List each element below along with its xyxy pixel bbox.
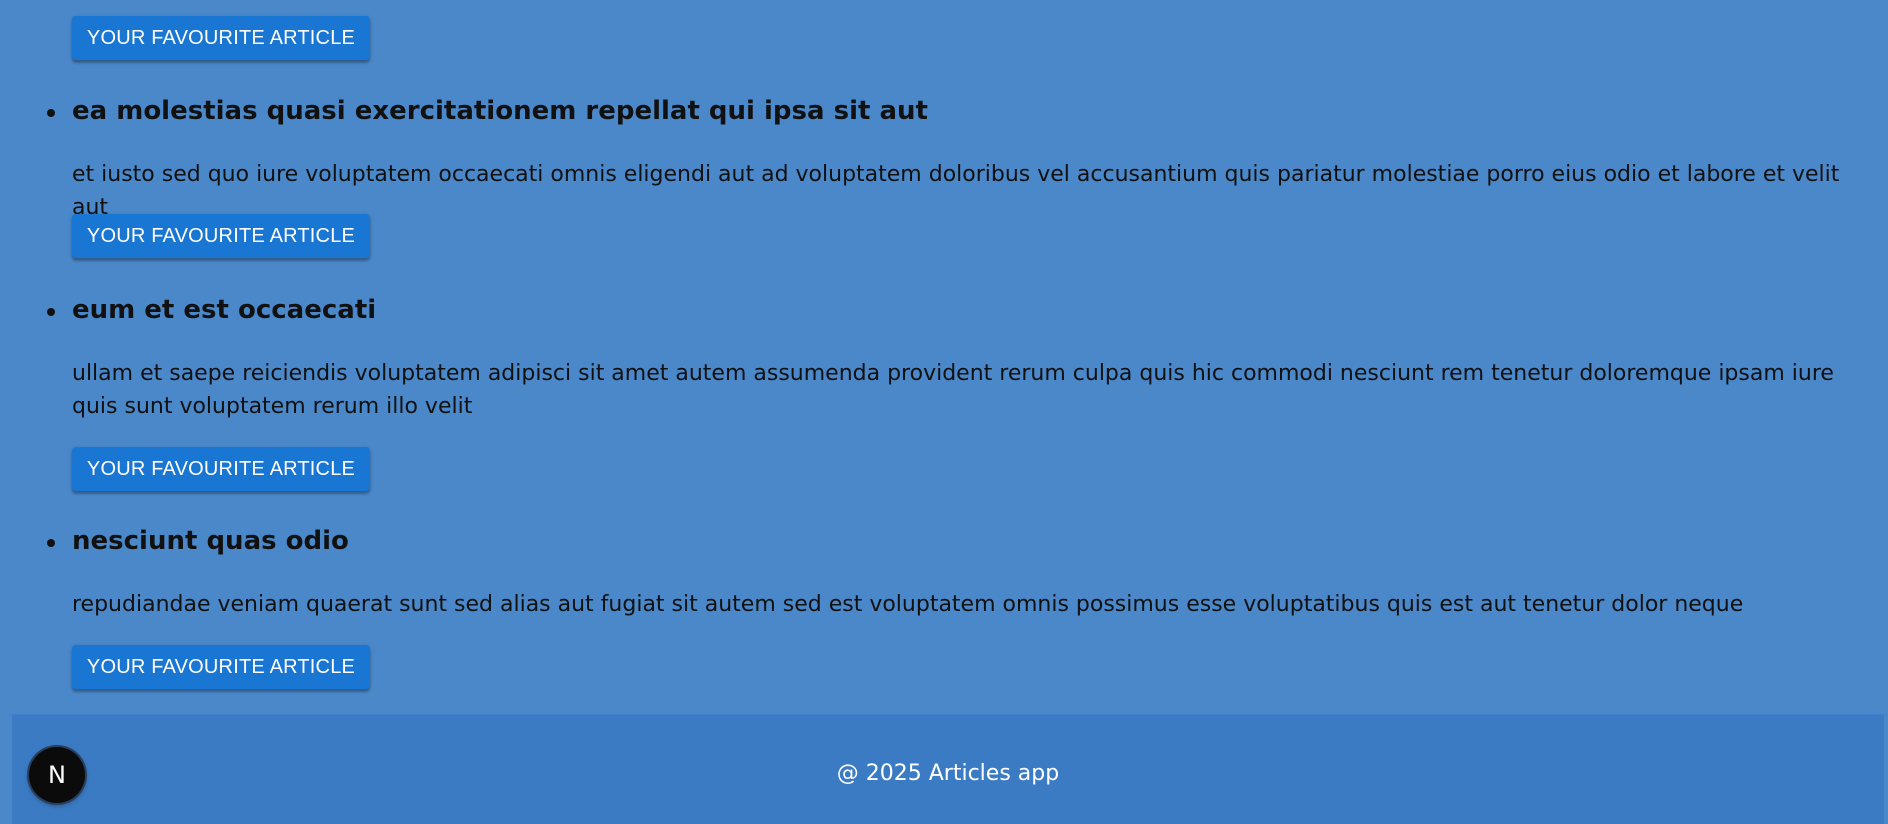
favourite-article-button[interactable]: YOUR FAVOURITE ARTICLE — [72, 447, 370, 491]
article-body: ullam et saepe reiciendis voluptatem adi… — [72, 361, 1834, 419]
article-title: ea molestias quasi exercitationem repell… — [72, 96, 928, 126]
favourite-article-button[interactable]: YOUR FAVOURITE ARTICLE — [72, 645, 370, 689]
favourite-article-button[interactable]: YOUR FAVOURITE ARTICLE — [72, 16, 370, 60]
article-body: repudiandae veniam quaerat sunt sed alia… — [72, 592, 1744, 617]
list-bullet — [47, 539, 55, 547]
list-bullet — [47, 109, 55, 117]
article-title: nesciunt quas odio — [72, 526, 349, 556]
footer-copyright: @ 2025 Articles app — [836, 761, 1060, 786]
list-bullet — [47, 308, 55, 316]
nextjs-logo-icon[interactable]: N — [29, 747, 85, 803]
favourite-article-button[interactable]: YOUR FAVOURITE ARTICLE — [72, 214, 370, 258]
article-title: eum et est occaecati — [72, 295, 377, 325]
footer: @ 2025 Articles app — [12, 714, 1884, 824]
